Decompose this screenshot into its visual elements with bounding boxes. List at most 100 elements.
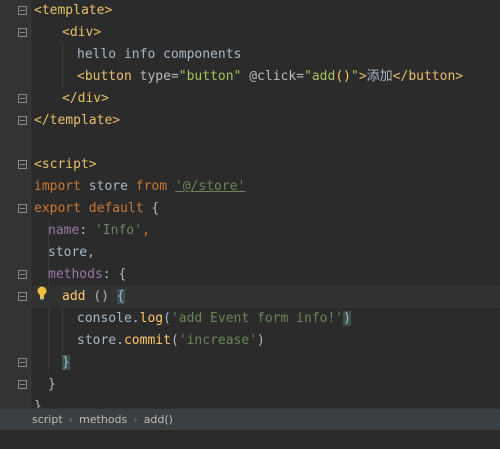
parens: () — [93, 289, 109, 304]
gutter-divider — [30, 0, 31, 408]
identifier: store. — [77, 333, 124, 348]
breadcrumb-separator: › — [133, 413, 138, 426]
fold-icon[interactable] — [18, 94, 27, 103]
identifier: console. — [77, 311, 140, 326]
tag-bracket: < — [34, 3, 42, 18]
identifier: store, — [48, 245, 95, 260]
tag-name: button — [408, 69, 456, 84]
code-line[interactable]: hello info components — [77, 44, 241, 66]
fold-icon[interactable] — [18, 292, 27, 301]
tag-bracket: > — [93, 25, 102, 40]
tag-bracket: > — [101, 91, 109, 106]
property-name: name — [48, 223, 80, 238]
tag-name: div — [69, 25, 94, 40]
code-line[interactable]: store.commit('increase') — [77, 330, 265, 352]
paren: ( — [170, 333, 179, 348]
keyword: import — [34, 179, 81, 194]
attr-name: @click — [249, 69, 297, 84]
tag-name: script — [41, 157, 89, 172]
brace: { — [118, 267, 127, 282]
function-name: add — [62, 289, 86, 304]
code-line[interactable]: <script> — [34, 154, 97, 176]
code-line[interactable]: export default { — [34, 198, 159, 220]
string-literal: 'Info' — [94, 223, 142, 238]
tag-bracket: < — [77, 69, 85, 84]
paren: ( — [163, 311, 171, 326]
breadcrumb: script › methods › add() — [0, 408, 500, 430]
code-line[interactable]: } — [34, 396, 42, 408]
code-line[interactable]: store, — [48, 242, 95, 264]
fold-icon[interactable] — [18, 204, 27, 213]
code-line[interactable]: name: 'Info', — [48, 220, 150, 242]
identifier: store — [88, 179, 128, 194]
brace: } — [48, 377, 56, 392]
method-name: commit — [123, 333, 171, 348]
code-line[interactable]: <template> — [34, 0, 112, 22]
button-text: 添加 — [366, 69, 393, 84]
attr-value-parens: () — [335, 69, 351, 84]
code-line[interactable]: </div> — [62, 88, 109, 110]
breadcrumb-item-methods[interactable]: methods — [79, 413, 127, 426]
indent-guide — [62, 308, 63, 352]
equals: = — [296, 69, 305, 84]
brace: { — [151, 201, 160, 216]
attr-value: " — [350, 69, 359, 84]
fold-icon[interactable] — [18, 28, 27, 37]
code-line[interactable]: import store from '@/store' — [34, 176, 245, 198]
string-literal: 'add Event form info!' — [170, 311, 344, 326]
tag-bracket: </ — [62, 91, 78, 106]
text-content: hello info components — [77, 47, 242, 62]
breadcrumb-item-script[interactable]: script — [32, 413, 63, 426]
tag-bracket: > — [88, 157, 97, 172]
keyword: from — [135, 179, 168, 194]
code-line[interactable]: <button type="button" @click="add()">添加<… — [77, 66, 463, 88]
paren: ) — [257, 333, 265, 348]
indent-guide — [62, 44, 63, 88]
paren-match: ) — [343, 311, 351, 326]
breadcrumb-item-add[interactable]: add() — [144, 413, 173, 426]
brace-match: } — [62, 355, 70, 370]
attr-value: "button" — [178, 69, 242, 84]
fold-icon[interactable] — [18, 160, 27, 169]
keyword: default — [88, 201, 144, 216]
fold-icon[interactable] — [18, 380, 27, 389]
string-literal: 'increase' — [178, 333, 258, 348]
tag-bracket: > — [104, 3, 113, 18]
keyword: export — [34, 201, 81, 216]
code-line[interactable]: <div> — [62, 22, 101, 44]
breadcrumb-separator: › — [68, 413, 74, 426]
attr-name: type — [139, 69, 171, 84]
bottom-panel — [0, 430, 500, 449]
tag-bracket: < — [62, 25, 70, 40]
lightbulb-icon[interactable] — [36, 286, 48, 304]
tag-name: template — [49, 113, 113, 128]
fold-icon[interactable] — [18, 358, 27, 367]
tag-bracket: < — [34, 157, 42, 172]
code-line[interactable]: </template> — [34, 110, 120, 132]
comma: , — [141, 223, 150, 238]
code-line[interactable]: add () { — [62, 286, 125, 308]
brace-match: { — [116, 289, 125, 304]
code-line[interactable]: } — [48, 374, 56, 396]
code-line[interactable]: } — [62, 352, 70, 374]
tag-bracket: </ — [392, 69, 409, 84]
tag-bracket: > — [455, 69, 464, 84]
code-line[interactable]: methods: { — [48, 264, 126, 286]
method-name: log — [139, 311, 164, 326]
code-editor[interactable]: <template> <div> hello info components <… — [0, 0, 500, 408]
attr-value: "add — [304, 69, 336, 84]
tag-bracket: > — [358, 69, 367, 84]
fold-icon[interactable] — [18, 6, 27, 15]
tag-name: div — [77, 91, 102, 106]
equals: = — [170, 69, 179, 84]
colon: : — [79, 223, 95, 238]
fold-icon[interactable] — [18, 270, 27, 279]
fold-icon[interactable] — [18, 116, 27, 125]
property-name: methods — [48, 267, 103, 282]
tag-name: template — [41, 3, 105, 18]
string-literal: '@/store' — [174, 179, 246, 194]
code-line[interactable]: console.log('add Event form info!') — [77, 308, 351, 330]
tag-name: button — [84, 69, 132, 84]
brace: } — [34, 399, 42, 408]
tag-bracket: > — [112, 113, 121, 128]
